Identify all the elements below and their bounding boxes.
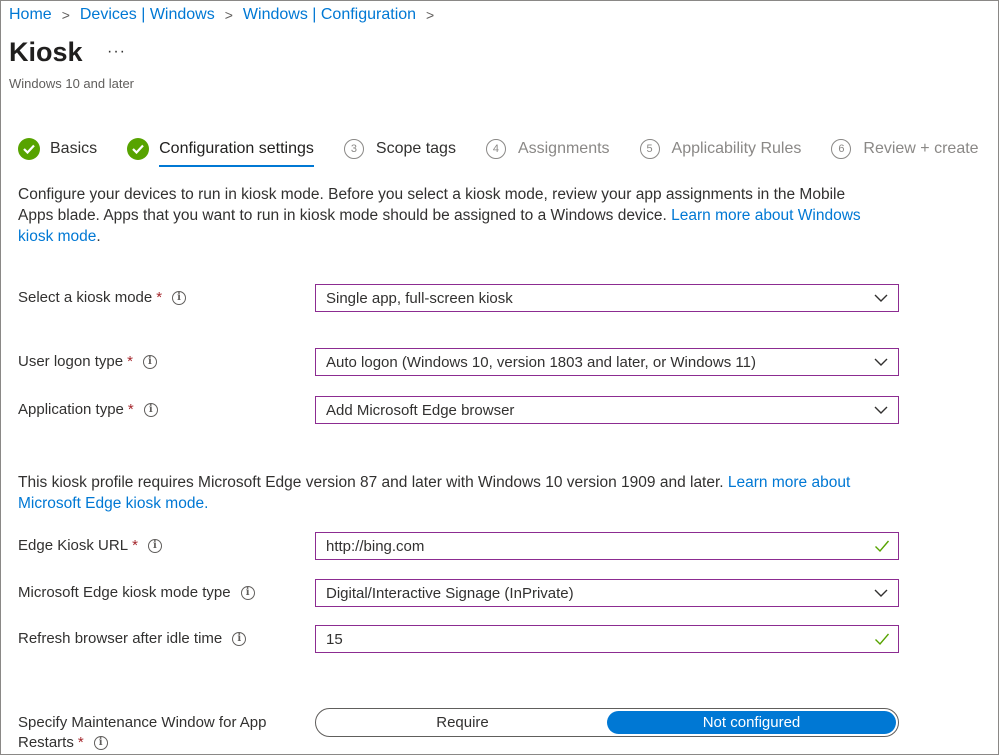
step-configuration-settings[interactable]: Configuration settings	[127, 134, 314, 167]
step-label: Scope tags	[375, 140, 456, 157]
chevron-right-icon: >	[426, 7, 435, 23]
intro-description: Configure your devices to run in kiosk m…	[18, 184, 878, 247]
refresh-idle-label: Refresh browser after idle time	[18, 630, 223, 647]
maintenance-label-row: Specify Maintenance Window for App Resta…	[18, 713, 266, 753]
edge-mode-type-label-row: Microsoft Edge kiosk mode type i	[18, 584, 255, 601]
breadcrumb-windows-configuration[interactable]: Windows | Configuration	[243, 6, 416, 24]
step-assignments[interactable]: 4 Assignments	[485, 134, 610, 164]
maintenance-label-line2-row: Restarts * i	[18, 733, 266, 753]
step-applicability-rules[interactable]: 5 Applicability Rules	[639, 134, 802, 164]
checkmark-icon	[875, 540, 890, 553]
checkmark-icon	[875, 633, 890, 646]
logon-type-value: Auto logon (Windows 10, version 1803 and…	[326, 353, 756, 371]
step-scope-tags[interactable]: 3 Scope tags	[343, 134, 456, 164]
step-basics[interactable]: Basics	[18, 134, 97, 164]
chevron-right-icon: >	[224, 7, 233, 23]
required-marker: *	[132, 537, 138, 554]
kiosk-mode-label: Select a kiosk mode	[18, 289, 153, 306]
logon-type-label: User logon type	[18, 353, 124, 370]
edge-url-label: Edge Kiosk URL	[18, 537, 129, 554]
edge-url-label-row: Edge Kiosk URL * i	[18, 537, 162, 554]
edge-url-value: http://bing.com	[326, 537, 425, 555]
info-icon[interactable]: i	[142, 354, 157, 369]
refresh-idle-value: 15	[326, 630, 343, 648]
chevron-down-icon	[874, 406, 888, 414]
app-type-label: Application type	[18, 401, 124, 418]
step-number-circle: 5	[639, 139, 660, 159]
step-label: Basics	[50, 140, 98, 157]
kiosk-configuration-page: Home > Devices | Windows > Windows | Con…	[0, 0, 999, 755]
logon-type-dropdown[interactable]: Auto logon (Windows 10, version 1803 and…	[315, 348, 899, 376]
maintenance-window-toggle[interactable]: Require Not configured	[315, 708, 899, 737]
intro-end: .	[96, 228, 101, 245]
toggle-option-not-configured[interactable]: Not configured	[607, 711, 896, 734]
maintenance-label-line2: Restarts	[18, 734, 74, 751]
page-subtitle: Windows 10 and later	[9, 76, 135, 91]
edge-note-text: This kiosk profile requires Microsoft Ed…	[18, 474, 728, 491]
required-marker: *	[127, 353, 133, 370]
info-icon[interactable]: i	[172, 290, 187, 305]
kiosk-mode-value: Single app, full-screen kiosk	[326, 289, 513, 307]
step-label: Configuration settings	[159, 140, 314, 157]
refresh-idle-input[interactable]: 15	[315, 625, 899, 653]
step-label: Assignments	[517, 140, 610, 157]
step-number-circle: 3	[343, 139, 364, 159]
step-label: Review + create	[863, 140, 979, 157]
chevron-down-icon	[874, 358, 888, 366]
edge-url-input[interactable]: http://bing.com	[315, 532, 899, 560]
maintenance-label-line1: Specify Maintenance Window for App	[18, 714, 267, 731]
breadcrumb-devices-windows[interactable]: Devices | Windows	[80, 6, 215, 24]
logon-type-label-row: User logon type * i	[18, 353, 157, 370]
edge-mode-type-value: Digital/Interactive Signage (InPrivate)	[326, 584, 574, 602]
breadcrumb: Home > Devices | Windows > Windows | Con…	[9, 6, 444, 24]
edge-mode-type-label: Microsoft Edge kiosk mode type	[18, 584, 231, 601]
app-type-value: Add Microsoft Edge browser	[326, 401, 515, 419]
required-marker: *	[156, 289, 163, 306]
required-marker: *	[77, 734, 84, 751]
breadcrumb-home[interactable]: Home	[9, 6, 52, 24]
edge-mode-type-dropdown[interactable]: Digital/Interactive Signage (InPrivate)	[315, 579, 899, 607]
step-number-circle: 6	[831, 139, 852, 159]
toggle-option-require[interactable]: Require	[318, 711, 607, 734]
required-marker: *	[127, 401, 134, 418]
info-icon[interactable]: i	[93, 736, 108, 750]
info-icon[interactable]: i	[147, 538, 162, 553]
chevron-down-icon	[874, 589, 888, 597]
refresh-idle-label-row: Refresh browser after idle time i	[18, 630, 247, 647]
chevron-down-icon	[874, 294, 888, 302]
page-title: Kiosk	[9, 37, 83, 67]
edge-requirement-note: This kiosk profile requires Microsoft Ed…	[18, 472, 878, 514]
kiosk-mode-label-row: Select a kiosk mode * i	[18, 289, 187, 306]
wizard-steps: Basics Configuration settings 3 Scope ta…	[18, 134, 998, 167]
app-type-dropdown[interactable]: Add Microsoft Edge browser	[315, 396, 899, 424]
kiosk-mode-dropdown[interactable]: Single app, full-screen kiosk	[315, 284, 899, 312]
info-icon[interactable]: i	[232, 631, 247, 646]
app-type-label-row: Application type * i	[18, 401, 158, 418]
checkmark-circle-icon	[18, 138, 40, 160]
chevron-right-icon: >	[61, 7, 70, 23]
step-number-circle: 4	[485, 139, 506, 159]
info-icon[interactable]: i	[143, 402, 158, 417]
step-label: Applicability Rules	[671, 140, 802, 157]
step-review-create[interactable]: 6 Review + create	[831, 134, 979, 164]
checkmark-circle-icon	[127, 138, 150, 160]
more-options-button[interactable]: ···	[107, 43, 126, 61]
info-icon[interactable]: i	[240, 585, 255, 600]
